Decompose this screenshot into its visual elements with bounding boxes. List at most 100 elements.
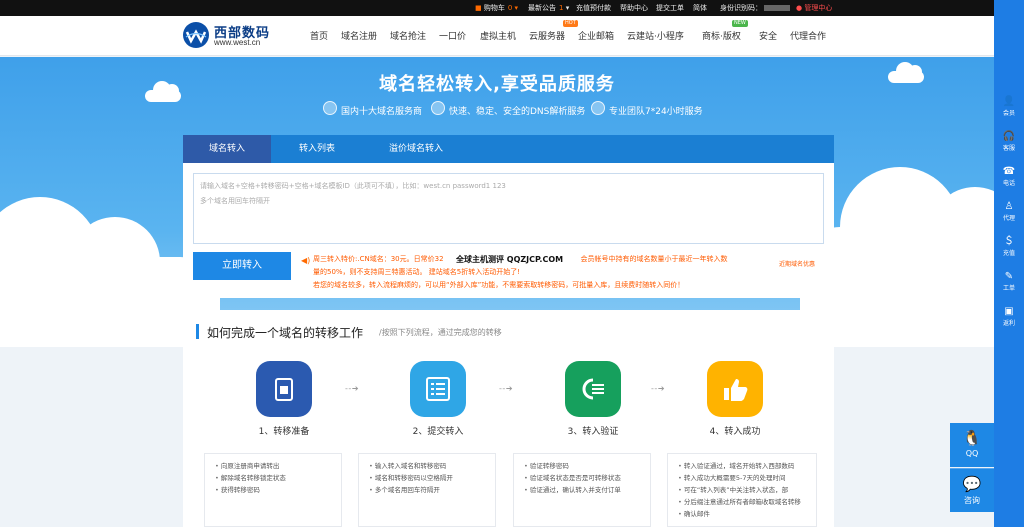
step-detail-item: 确认邮件 (678, 508, 806, 520)
agent-icon: ♙ (1004, 201, 1014, 212)
phone-icon: ☎ (1002, 166, 1016, 177)
logo-url: www.west.cn (214, 38, 261, 47)
cart-link[interactable]: ■ 购物车 0 ▾ (475, 3, 518, 13)
sidebar-service[interactable]: 🎧 客服 (994, 131, 1024, 152)
announcement-label: 最新公告 (528, 4, 556, 12)
nav-security[interactable]: 安全 (759, 29, 777, 42)
nav-domain-backorder[interactable]: 域名抢注 (390, 29, 426, 42)
arrow-icon: - - ➔ (651, 384, 665, 393)
sidebar-label: 代理 (1002, 215, 1015, 222)
tab-domain-transfer[interactable]: 域名转入 (183, 135, 271, 163)
prepay-link[interactable]: 充值预付款 (576, 3, 611, 13)
step-detail-item: 转入成功大概需要5-7天的处理时间 (678, 472, 806, 484)
announcement-link[interactable]: 最新公告 1 ▾ (528, 3, 569, 13)
notice-text: 周三转入特价:.CN域名：30元。日常价32 (313, 255, 444, 263)
sidebar-agent[interactable]: ♙ 代理 (994, 201, 1024, 222)
admin-label: 管理中心 (804, 4, 833, 12)
headset-icon (591, 101, 605, 115)
notice-line-3: 若您的域名较多，转入流程麻烦的，可以用“外部入库”功能，不需要索取转移密码，可批… (313, 281, 685, 289)
list-icon (410, 361, 466, 417)
nav-cloud-server[interactable]: 云服务器 (529, 29, 565, 42)
hero-headline: 域名轻松转入,享受品质服务 (379, 74, 615, 95)
hot-badge: HOT (563, 20, 578, 27)
sidebar-rebate[interactable]: ▣ 返利 (994, 306, 1024, 327)
sidebar-ticket[interactable]: ✎ 工单 (994, 271, 1024, 292)
step-detail-list: 验证转移密码验证域名状态是否是可转移状态验证通过，确认转入并支付订单 (513, 453, 651, 527)
step-detail-item: 可在“转入列表”中关注转入状态，部 (678, 484, 806, 496)
qq-label: QQ (965, 449, 979, 458)
step-label: 2、提交转入 (412, 427, 464, 437)
step-detail-item: 转入验证通过，域名开始转入西部数码 (678, 460, 806, 472)
step-detail-item: 输入转入域名和转移密码 (369, 460, 485, 472)
headset-icon: 🎧 (1002, 131, 1016, 142)
step-label: 4、转入成功 (709, 427, 761, 437)
process-section: 如何完成一个域名的转移工作 /按照下列流程，通过完成您的转移 - - ➔ - -… (183, 310, 834, 527)
transfer-submit-button[interactable]: 立即转入 (193, 252, 291, 280)
west-logo-icon (183, 22, 209, 48)
step-label: 3、转入验证 (567, 427, 619, 437)
nav-home[interactable]: 首页 (310, 29, 328, 42)
speaker-icon: ◀) (301, 256, 311, 265)
ticket-link[interactable]: 提交工单 (656, 3, 684, 13)
sidebar-label: 电话 (1002, 180, 1015, 187)
nav-site-builder[interactable]: 云建站·小程序 (627, 29, 684, 42)
nav-fixed-price[interactable]: 一口价 (439, 29, 466, 42)
qq-icon: 🐧 (962, 429, 982, 447)
sidebar-label: 会员 (1002, 110, 1015, 117)
process-subtitle: /按照下列流程，通过完成您的转移 (379, 328, 502, 337)
watermark-text: 全球主机测评 QQZJCP.COM (456, 254, 564, 265)
process-title: 如何完成一个域名的转移工作 (207, 326, 364, 340)
title-accent-bar (196, 324, 199, 339)
feature-item: 国内十大域名服务商 (341, 107, 423, 117)
lock-icon (256, 361, 312, 417)
cart-icon: ■ (475, 4, 482, 12)
sidebar-recharge[interactable]: ＄ 充值 (994, 236, 1024, 257)
language-link[interactable]: 简体 (693, 3, 707, 13)
domain-input[interactable]: 请输入域名+空格+转移密码+空格+域名模板ID（此项可不填），比如：west.c… (193, 173, 824, 244)
recent-offers-link[interactable]: 近期域名优惠 (779, 259, 815, 268)
step-detail-item: 分后缀注意通过所有者邮箱收取域名转移 (678, 496, 806, 508)
sidebar-member[interactable]: 👤 会员 (994, 96, 1024, 117)
step-detail-item: 验证域名状态是否是可转移状态 (524, 472, 640, 484)
site-header: 西部数码 www.west.cn 首页 域名注册 域名抢注 一口价 虚拟主机 云… (0, 16, 994, 56)
dns-icon (431, 101, 445, 115)
qq-button[interactable]: 🐧 QQ (950, 423, 994, 467)
nav-domain-register[interactable]: 域名注册 (341, 29, 377, 42)
step-detail-item: 域名和转移密码以空格隔开 (369, 472, 485, 484)
tab-transfer-list[interactable]: 转入列表 (271, 135, 363, 163)
chevron-down-icon: ▾ (563, 4, 570, 12)
step-label: 1、转移准备 (258, 427, 310, 437)
transfer-card: 域名转入 转入列表 溢价域名转入 请输入域名+空格+转移密码+空格+域名模板ID… (183, 135, 834, 298)
help-link[interactable]: 帮助中心 (620, 3, 648, 13)
step-detail-item: 解除域名转移锁定状态 (215, 472, 331, 484)
id-label: 身份识别码： (720, 4, 762, 12)
step-detail-item: 验证通过，确认转入并支付订单 (524, 484, 640, 496)
sidebar-phone[interactable]: ☎ 电话 (994, 166, 1024, 187)
user-icon: 👤 (1002, 96, 1016, 107)
sidebar-label: 工单 (1002, 285, 1015, 292)
nav-virtual-host[interactable]: 虚拟主机 (480, 29, 516, 42)
new-badge: NEW (732, 20, 748, 27)
consult-button[interactable]: 💬 咨询 (950, 468, 994, 512)
right-toolbar: 👤 会员 🎧 客服 ☎ 电话 ♙ 代理 ＄ 充值 ✎ 工单 ▣ 返利 (994, 0, 1024, 527)
sidebar-label: 客服 (1002, 145, 1015, 152)
nav-trademark[interactable]: 商标·版权 (702, 29, 741, 42)
tab-premium-transfer[interactable]: 溢价域名转入 (373, 135, 459, 163)
site-logo[interactable]: 西部数码 www.west.cn (183, 20, 293, 52)
step-detail-list: 转入验证通过，域名开始转入西部数码转入成功大概需要5-7天的处理时间可在“转入列… (667, 453, 817, 527)
consult-label: 咨询 (964, 496, 980, 505)
nav-agent[interactable]: 代理合作 (790, 29, 826, 42)
cart-label: 购物车 (483, 4, 505, 12)
step-detail-item: 多个域名用回车符隔开 (369, 484, 485, 496)
input-placeholder: 请输入域名+空格+转移密码+空格+域名模板ID（此项可不填），比如：west.c… (200, 182, 506, 190)
admin-link[interactable]: ● 管理中心 (796, 3, 832, 13)
globe-icon (323, 101, 337, 115)
input-placeholder-hint: 多个域名用回车符隔开 (200, 197, 270, 205)
arrow-icon: - - ➔ (499, 384, 513, 393)
nav-enterprise-mail[interactable]: 企业邮箱 (578, 29, 614, 42)
step-detail-item: 向原注册商申请转出 (215, 460, 331, 472)
step-detail-list: 向原注册商申请转出解除域名转移锁定状态获得转移密码 (204, 453, 342, 527)
step-detail-item: 验证转移密码 (524, 460, 640, 472)
verify-icon (565, 361, 621, 417)
notice-text: 会员帐号中持有的域名数量小于最近一年转入数 (580, 255, 728, 263)
